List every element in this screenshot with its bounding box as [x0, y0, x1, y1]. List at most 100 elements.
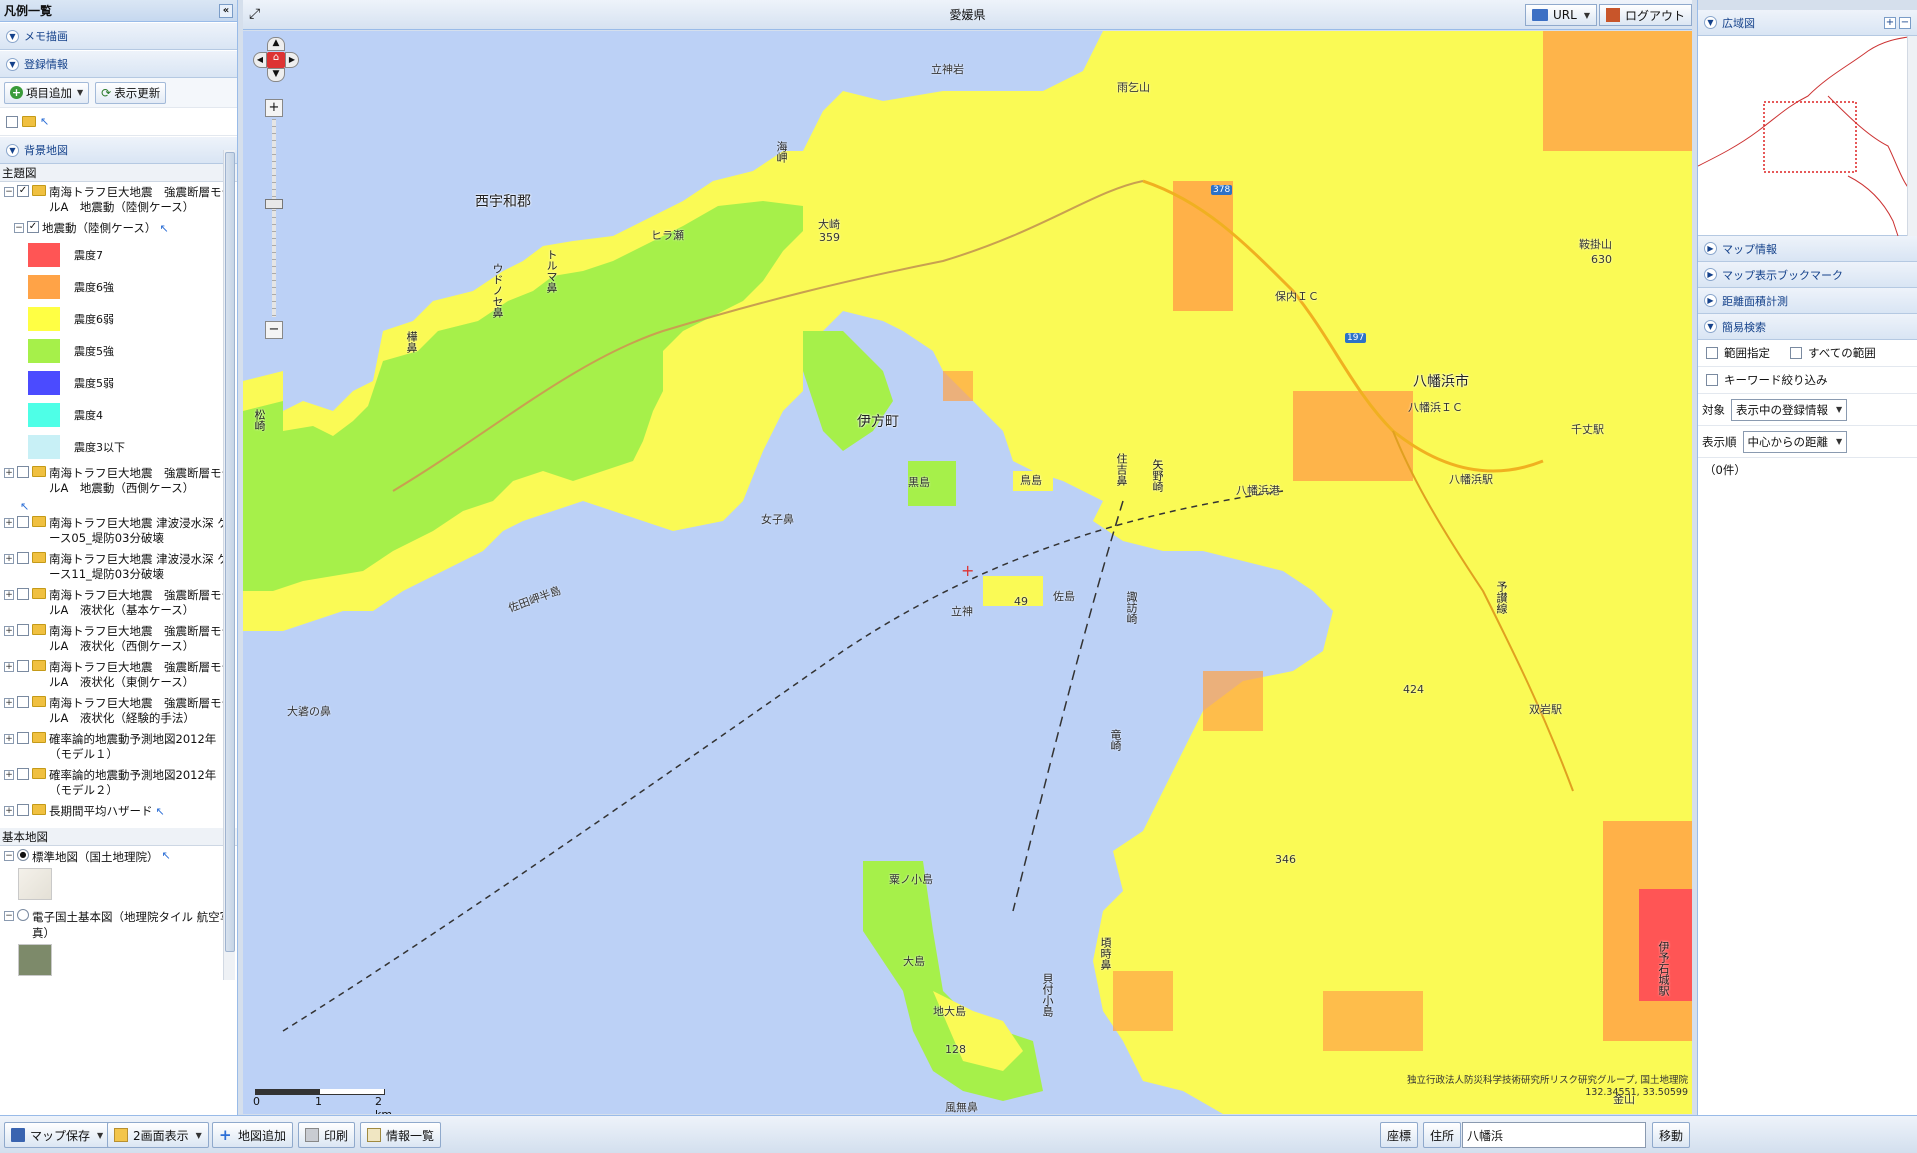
layer-checkbox[interactable]: [17, 768, 29, 780]
overview-zoom-out-icon[interactable]: −: [1899, 16, 1911, 29]
link-arrow-icon[interactable]: ↖: [156, 804, 165, 819]
overview-scrollbar[interactable]: [1907, 36, 1917, 236]
pan-down-icon[interactable]: ▼: [267, 68, 285, 82]
layer-checkbox[interactable]: [17, 696, 29, 708]
keyword-checkbox[interactable]: [1706, 374, 1718, 386]
pan-up-icon[interactable]: ▲: [267, 37, 285, 51]
layer-node[interactable]: − ✓ 南海トラフ巨大地震 強震断層モデルA 地震動（陸側ケース）: [0, 182, 237, 218]
sublayer-node[interactable]: − ✓ 地震動（陸側ケース） ↖: [0, 218, 237, 239]
home-icon[interactable]: ⌂: [267, 52, 285, 68]
layer-checkbox[interactable]: [17, 660, 29, 672]
logout-button[interactable]: ログアウト: [1599, 4, 1692, 26]
all-range-checkbox[interactable]: [1790, 347, 1802, 359]
collapse-icon[interactable]: −: [14, 223, 24, 233]
registered-checkbox[interactable]: [6, 115, 18, 128]
order-select[interactable]: 中心からの距離 ▼: [1742, 430, 1848, 453]
expand-icon[interactable]: +: [4, 626, 14, 636]
layer-checkbox[interactable]: [17, 624, 29, 636]
map-canvas[interactable]: ▲ ◀ ⌂ ▶ ▼ + − 西宇和郡 伊方町 八幡浜市 八幡浜ＩＣ 八幡浜駅 八…: [243, 31, 1692, 1114]
expand-icon[interactable]: +: [4, 590, 14, 600]
pan-control[interactable]: ▲ ◀ ⌂ ▶ ▼: [253, 37, 299, 83]
info-list-label: 情報一覧: [386, 1128, 435, 1143]
print-button[interactable]: 印刷: [298, 1122, 356, 1148]
collapse-icon[interactable]: −: [4, 187, 14, 197]
layer-checkbox[interactable]: [17, 466, 29, 478]
layer-checkbox[interactable]: [17, 552, 29, 564]
pan-right-icon[interactable]: ▶: [285, 52, 299, 68]
basemap-radio[interactable]: [17, 909, 29, 921]
expand-icon[interactable]: +: [4, 554, 14, 564]
basemap-node[interactable]: − ● 標準地図（国土地理院） ↖: [0, 846, 237, 868]
bookmark-header[interactable]: ▶ マップ表示ブックマーク: [1698, 262, 1917, 288]
expand-icon[interactable]: +: [4, 662, 14, 672]
link-arrow-icon[interactable]: ↖: [162, 849, 171, 862]
save-map-button[interactable]: マップ保存 ▼: [4, 1122, 111, 1148]
collapse-panel-icon[interactable]: «: [219, 3, 233, 18]
layer-node[interactable]: + 確率論的地震動予測地図2012年（モデル２）: [0, 765, 237, 801]
basemap-radio[interactable]: ●: [17, 849, 29, 861]
simple-search-header[interactable]: ▼ 簡易検索: [1698, 314, 1917, 340]
sublayer-checkbox[interactable]: ✓: [27, 221, 39, 233]
address-input[interactable]: 八幡浜: [1462, 1122, 1646, 1148]
layer-checkbox[interactable]: [17, 732, 29, 744]
map-info-header[interactable]: ▶ マップ情報: [1698, 236, 1917, 262]
zoom-slider[interactable]: + −: [265, 99, 283, 339]
legend-scrollbar[interactable]: [223, 150, 235, 980]
zoom-out-icon[interactable]: −: [265, 321, 283, 339]
zoom-in-icon[interactable]: +: [265, 99, 283, 117]
overview-map[interactable]: [1697, 35, 1917, 237]
refresh-button[interactable]: ⟳ 表示更新: [95, 81, 167, 104]
add-map-button[interactable]: + 地図追加: [212, 1122, 294, 1148]
map-label: ウドノセ鼻: [491, 263, 504, 318]
layer-node[interactable]: + 確率論的地震動予測地図2012年（モデル１）: [0, 729, 237, 765]
overview-header[interactable]: ▼ 広域図 + −: [1698, 10, 1917, 36]
zoom-handle[interactable]: [265, 199, 283, 209]
layer-node[interactable]: + 南海トラフ巨大地震 強震断層モデルA 液状化（経験的手法）: [0, 693, 237, 729]
layer-checkbox[interactable]: [17, 516, 29, 528]
expand-icon[interactable]: +: [4, 770, 14, 780]
scrollbar-thumb[interactable]: [225, 152, 235, 952]
expand-icon[interactable]: +: [4, 734, 14, 744]
measure-header[interactable]: ▶ 距離面積計測: [1698, 288, 1917, 314]
expand-icon[interactable]: +: [4, 518, 14, 528]
link-arrow-icon[interactable]: ↖: [20, 500, 29, 513]
expand-icon[interactable]: +: [4, 806, 14, 816]
layer-node[interactable]: + 南海トラフ巨大地震 津波浸水深 ケース11_堤防03分破壊: [0, 549, 237, 585]
layer-checkbox[interactable]: ✓: [17, 185, 29, 197]
layer-node[interactable]: + 南海トラフ巨大地震 津波浸水深 ケース05_堤防03分破壊: [0, 513, 237, 549]
target-select[interactable]: 表示中の登録情報 ▼: [1731, 398, 1848, 421]
legend-item: 震度7: [0, 239, 237, 271]
info-list-button[interactable]: 情報一覧: [360, 1122, 442, 1148]
collapse-icon[interactable]: −: [4, 911, 14, 921]
url-button[interactable]: URL ▼: [1525, 4, 1597, 26]
pan-left-icon[interactable]: ◀: [253, 52, 267, 68]
link-arrow-icon[interactable]: ↖: [40, 115, 49, 128]
range-checkbox[interactable]: [1706, 347, 1718, 359]
two-screen-button[interactable]: 2画面表示 ▼: [107, 1122, 209, 1148]
section-registered[interactable]: ▼ 登録情報: [0, 50, 237, 78]
layer-node[interactable]: + 長期間平均ハザード ↖: [0, 801, 237, 822]
target-label: 対象: [1702, 402, 1725, 417]
coord-button[interactable]: 座標: [1380, 1122, 1419, 1148]
add-item-button[interactable]: + 項目追加 ▼: [4, 81, 90, 104]
layer-checkbox[interactable]: [17, 588, 29, 600]
bookmark-label: マップ表示ブックマーク: [1722, 268, 1843, 282]
layer-node[interactable]: + 南海トラフ巨大地震 強震断層モデルA 液状化（西側ケース）: [0, 621, 237, 657]
url-label: URL: [1553, 8, 1577, 22]
expand-icon[interactable]: +: [4, 698, 14, 708]
move-button[interactable]: 移動: [1652, 1122, 1691, 1148]
section-background[interactable]: ▼ 背景地図: [0, 136, 237, 164]
section-memo[interactable]: ▼ メモ描画: [0, 22, 237, 50]
layer-node[interactable]: + 南海トラフ巨大地震 強震断層モデルA 地震動（西側ケース）: [0, 463, 237, 499]
collapse-icon[interactable]: −: [4, 851, 14, 861]
chevron-down-icon: ▼: [1704, 16, 1717, 29]
address-button[interactable]: 住所: [1423, 1122, 1462, 1148]
link-arrow-icon[interactable]: ↖: [159, 221, 168, 236]
layer-checkbox[interactable]: [17, 804, 29, 816]
zoom-track[interactable]: [272, 119, 276, 317]
layer-node[interactable]: + 南海トラフ巨大地震 強震断層モデルA 液状化（東側ケース）: [0, 657, 237, 693]
overview-zoom-in-icon[interactable]: +: [1884, 16, 1896, 29]
basemap-node[interactable]: − 電子国土基本図（地理院タイル 航空写真）: [0, 906, 237, 944]
expand-icon[interactable]: +: [4, 468, 14, 478]
layer-node[interactable]: + 南海トラフ巨大地震 強震断層モデルA 液状化（基本ケース）: [0, 585, 237, 621]
